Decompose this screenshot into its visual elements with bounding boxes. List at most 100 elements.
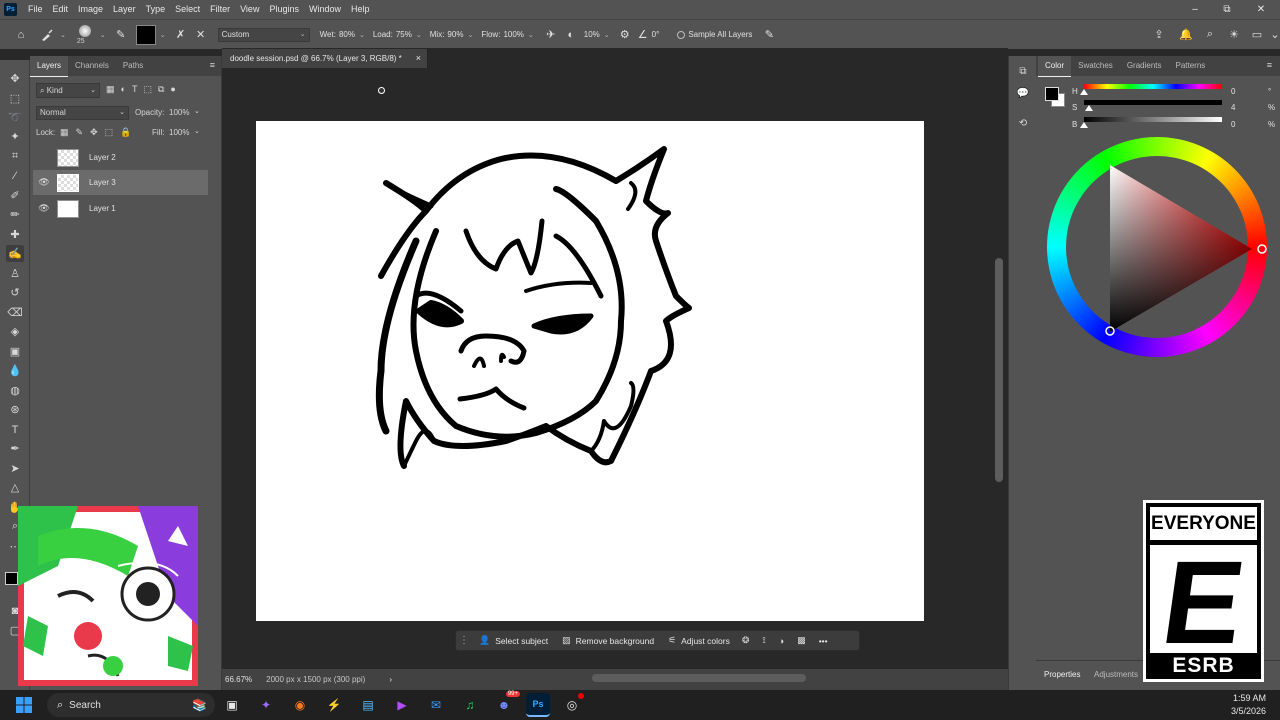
hue-value[interactable]: 0 — [1231, 87, 1235, 96]
menu-edit[interactable]: Edit — [48, 0, 74, 19]
paint-bucket-icon[interactable]: ◈ — [6, 323, 24, 340]
comments-icon[interactable]: 💬 — [1016, 88, 1030, 102]
restore-button[interactable]: ⧉ — [1210, 0, 1244, 19]
menu-plugins[interactable]: Plugins — [264, 0, 304, 19]
firefox-icon[interactable]: ◉ — [288, 693, 312, 717]
eyedropper-tool-icon[interactable]: ⁄ — [6, 167, 24, 184]
system-clock[interactable]: 1:59 AM 3/5/2026 — [1231, 690, 1266, 720]
windows-start-icon[interactable] — [12, 693, 36, 717]
settings-icon[interactable]: ❂ — [742, 635, 750, 646]
smoothing-field[interactable]: 10% — [584, 30, 600, 39]
discover-icon[interactable]: ☀ — [1225, 26, 1243, 44]
document-tab[interactable]: doodle session.psd @ 66.7% (Layer 3, RGB… — [222, 49, 428, 68]
chevron-down-icon[interactable]: ⌄ — [528, 31, 534, 39]
layer-row-layer-3[interactable]: 👁 Layer 3 — [33, 170, 208, 195]
tab-layers[interactable]: Layers — [30, 56, 69, 77]
libraries-icon[interactable]: ⧉ — [1016, 66, 1030, 80]
eye-icon[interactable]: 👁 — [36, 177, 52, 188]
brush-settings-icon[interactable]: ✎ — [112, 26, 130, 44]
tab-properties[interactable]: Properties — [1044, 670, 1080, 679]
bell-icon[interactable]: 🔔 — [1177, 26, 1195, 44]
chevron-down-icon[interactable]: ⌄ — [416, 31, 422, 39]
chevron-down-icon[interactable]: ⌄ — [1266, 26, 1280, 44]
sponge-tool-icon[interactable]: ⊛ — [6, 401, 24, 418]
saturation-value[interactable]: 4 — [1231, 103, 1235, 112]
menu-help[interactable]: Help — [346, 0, 375, 19]
crop-tool-icon[interactable]: ⌗ — [6, 148, 24, 165]
photoshop-taskbar-icon[interactable]: Ps — [526, 693, 550, 717]
healing-tool-icon[interactable]: ✚ — [6, 226, 24, 243]
brightness-slider-thumb[interactable] — [1080, 122, 1088, 128]
filter-toggle-icon[interactable]: ● — [170, 84, 175, 95]
lock-position-icon[interactable]: ✥ — [90, 127, 98, 138]
fill-field[interactable]: 100% — [169, 128, 189, 137]
document-dimensions[interactable]: 2000 px x 1500 px (300 ppi) — [266, 675, 365, 684]
hue-slider[interactable] — [1084, 84, 1222, 89]
menu-image[interactable]: Image — [73, 0, 108, 19]
clean-brush-icon[interactable]: ✕ — [192, 26, 210, 44]
smart-object-filter-icon[interactable]: ⧉ — [158, 84, 164, 95]
adjust-colors-button[interactable]: ⚟ Adjust colors — [668, 635, 730, 646]
zoom-level[interactable]: 66.67% — [225, 675, 252, 684]
foreground-color-swatch[interactable] — [5, 572, 18, 585]
eraser-tool-icon[interactable]: ⌫ — [6, 304, 24, 321]
load-brush-icon[interactable]: ✗ — [172, 26, 190, 44]
blend-mode-select[interactable]: Normal ⌄ — [36, 106, 129, 120]
adjustment-filter-icon[interactable]: ◐ — [121, 84, 126, 95]
select-subject-button[interactable]: 👤 Select subject — [479, 635, 548, 646]
pen-tool-icon[interactable]: ✒ — [6, 440, 24, 457]
tab-swatches[interactable]: Swatches — [1071, 56, 1120, 76]
mask-icon[interactable]: ◑ — [779, 636, 784, 646]
lock-pixels-icon[interactable]: ✎ — [76, 127, 84, 138]
lock-artboard-icon[interactable]: ⬚ — [105, 127, 114, 138]
tab-color[interactable]: Color — [1038, 56, 1072, 77]
obs-icon[interactable]: ◎ — [560, 693, 584, 717]
spotify-icon[interactable]: ♫ — [458, 693, 482, 717]
flow-field[interactable]: 100% — [503, 30, 523, 39]
opacity-field[interactable]: 100% — [169, 108, 189, 117]
brightness-slider[interactable] — [1084, 117, 1222, 122]
saturation-triangle[interactable] — [1047, 137, 1267, 357]
filter-kind-select[interactable]: ⌕ Kind ⌄ — [36, 83, 100, 98]
menu-view[interactable]: View — [235, 0, 264, 19]
brush-tool-icon[interactable]: ✐ — [6, 187, 24, 204]
smoothing-icon[interactable]: ◐ — [562, 26, 580, 44]
stamp-tool-icon[interactable]: ♙ — [6, 265, 24, 282]
remove-background-button[interactable]: ▨ Remove background — [562, 635, 654, 646]
panel-menu-icon[interactable]: ≡ — [210, 60, 215, 70]
chevron-down-icon[interactable]: ⌄ — [359, 31, 365, 39]
mixer-brush-tool-icon[interactable] — [38, 26, 56, 44]
transform-icon[interactable]: ⟟ — [762, 635, 765, 646]
menu-file[interactable]: File — [23, 0, 48, 19]
workspace-icon[interactable]: ▭ — [1248, 26, 1266, 44]
minimize-button[interactable]: – — [1178, 0, 1212, 19]
pressure-icon[interactable]: ✎ — [760, 26, 778, 44]
taskbar-search-box[interactable]: ⌕ Search 📚 — [47, 693, 215, 717]
layer-row-layer-2[interactable]: Layer 2 — [33, 145, 208, 170]
search-icon[interactable]: ⌕ — [1201, 26, 1219, 44]
type-filter-icon[interactable]: T — [132, 84, 138, 95]
generate-icon[interactable]: ▩ — [797, 635, 806, 646]
chevron-down-icon[interactable]: ⌄ — [160, 31, 166, 39]
video-editor-icon[interactable]: ▶ — [390, 693, 414, 717]
chevron-down-icon[interactable]: ⌄ — [194, 107, 200, 115]
gradient-tool-icon[interactable]: ▣ — [6, 343, 24, 360]
drag-handle-icon[interactable]: ⋮ — [459, 635, 469, 646]
foreground-color-swatch[interactable] — [1045, 87, 1059, 101]
shape-tool-icon[interactable]: △ — [6, 479, 24, 496]
sample-all-layers-checkbox[interactable] — [677, 30, 686, 39]
move-tool-icon[interactable]: ✥ — [6, 70, 24, 87]
tab-patterns[interactable]: Patterns — [1169, 56, 1213, 76]
chevron-down-icon[interactable]: ⌄ — [194, 127, 200, 135]
airbrush-icon[interactable]: ✈ — [542, 26, 560, 44]
vertical-scrollbar[interactable] — [995, 258, 1003, 482]
chevron-down-icon[interactable]: ⌄ — [100, 31, 106, 39]
layer-row-layer-1[interactable]: 👁 Layer 1 — [33, 196, 208, 221]
pixel-filter-icon[interactable]: ▦ — [106, 84, 115, 95]
load-field[interactable]: 75% — [396, 30, 412, 39]
marquee-tool-icon[interactable]: ⬚ — [6, 90, 24, 107]
menu-window[interactable]: Window — [304, 0, 346, 19]
tab-gradients[interactable]: Gradients — [1120, 56, 1169, 76]
angle-field[interactable]: 0° — [652, 30, 660, 39]
close-tab-icon[interactable]: × — [416, 49, 421, 68]
